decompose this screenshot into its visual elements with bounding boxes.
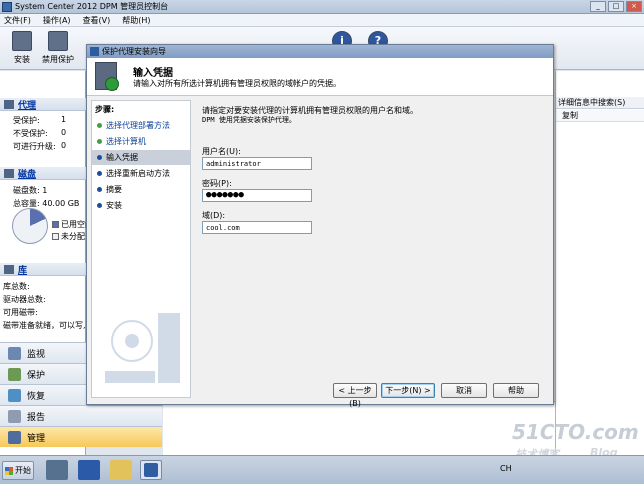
disk-capacity: 总容量: 40.00 GB — [13, 199, 80, 208]
library-total: 库总数: — [3, 282, 30, 291]
library-icon — [4, 264, 14, 274]
server-manager-taskbar-icon[interactable] — [46, 460, 68, 480]
dpm-console-taskbar-icon[interactable] — [140, 460, 162, 480]
taskbar: 开始 CH — [0, 455, 644, 484]
disable-protection-button[interactable]: 禁用保护 — [38, 31, 78, 65]
site-watermark: 51CTO.com — [512, 420, 639, 444]
step-current-dot — [97, 155, 102, 160]
wizard-title: 保护代理安装向导 — [102, 47, 166, 56]
window-title: System Center 2012 DPM 管理员控制台 — [15, 2, 169, 11]
protection-agent-wizard: 保护代理安装向导 输入凭据 请输入对所有所选计算机拥有管理员权限的域帐户的凭据。… — [86, 44, 554, 408]
password-input[interactable]: ●●●●●●● — [202, 189, 312, 202]
menu-view[interactable]: 查看(V) — [83, 15, 111, 26]
agents-unprotected: 不受保护: 0 — [13, 128, 67, 138]
wizard-titlebar[interactable]: 保护代理安装向导 — [87, 45, 553, 58]
agents-protected: 受保护: 1 — [13, 115, 67, 125]
disk-icon — [4, 168, 14, 178]
library-title[interactable]: 库 — [18, 263, 27, 276]
step-enter-credentials[interactable]: 输入凭据 — [92, 150, 190, 165]
library-tape-ready: 磁带准备就绪，可以写入 — [3, 321, 85, 330]
wizard-step-subtitle: 请输入对所有所选计算机拥有管理员权限的域帐户的凭据。 — [133, 79, 341, 88]
column-header-copy[interactable]: 复制 — [556, 110, 644, 122]
maximize-button[interactable]: □ — [608, 1, 624, 12]
explorer-taskbar-icon[interactable] — [110, 460, 132, 480]
wizard-content: 请指定对要安装代理的计算机拥有管理员权限的用户名和域。 DPM 使用凭据安装保护… — [197, 100, 551, 370]
dpm-icon — [144, 463, 158, 477]
steps-header: 步骤: — [95, 105, 115, 114]
install-button[interactable]: 安装 — [2, 31, 42, 65]
input-language-indicator[interactable]: CH — [500, 464, 512, 473]
legend-unallocated: 未分配 — [52, 231, 85, 242]
right-details-pane: 详细信息中搜索(S) 复制 — [555, 71, 644, 455]
wizard-step-title: 输入凭据 — [133, 68, 173, 79]
disk-count: 磁盘数: 1 — [13, 186, 48, 195]
start-button[interactable]: 开始 — [2, 461, 34, 480]
step-done-dot — [97, 123, 102, 128]
menu-action[interactable]: 操作(A) — [43, 15, 71, 26]
wizard-header: 输入凭据 请输入对所有所选计算机拥有管理员权限的域帐户的凭据。 — [87, 58, 553, 96]
username-input[interactable]: administrator — [202, 157, 312, 170]
domain-label: 域(D): — [202, 211, 226, 220]
windows-logo-icon — [5, 466, 13, 475]
cancel-button[interactable]: 取消 — [441, 383, 487, 398]
step-deployment-method[interactable]: 选择代理部署方法 — [92, 118, 190, 133]
step-pending-dot — [97, 171, 102, 176]
minimize-button[interactable]: _ — [590, 1, 606, 12]
menu-file[interactable]: 文件(F) — [4, 15, 31, 26]
library-tapes: 可用磁带: — [3, 308, 38, 317]
protection-icon — [8, 367, 21, 381]
agents-section-header[interactable]: 代理 — [0, 98, 86, 111]
monitoring-icon — [8, 346, 21, 360]
dpm-app-icon — [2, 1, 12, 12]
server-disable-icon — [48, 31, 68, 51]
next-button[interactable]: 下一步(N) > — [381, 383, 435, 398]
nav-management[interactable]: 管理 — [0, 426, 162, 447]
management-icon — [8, 430, 21, 444]
agent-icon — [4, 99, 14, 109]
recovery-icon — [8, 388, 21, 402]
help-button[interactable]: 帮助 — [493, 383, 539, 398]
step-restart-method: 选择重新启动方法 — [92, 166, 190, 181]
credentials-note: DPM 使用凭据安装保护代理。 — [202, 116, 296, 124]
disk-usage-pie — [12, 208, 48, 244]
step-select-computers[interactable]: 选择计算机 — [92, 134, 190, 149]
reporting-icon — [8, 409, 21, 423]
menu-help[interactable]: 帮助(H) — [122, 15, 150, 26]
library-section-header[interactable]: 库 — [0, 263, 86, 276]
step-summary: 摘要 — [92, 182, 190, 197]
step-install: 安装 — [92, 198, 190, 213]
step-done-dot — [97, 139, 102, 144]
window-titlebar: System Center 2012 DPM 管理员控制台 _ □ × — [0, 0, 644, 14]
server-agent-icon — [95, 62, 119, 91]
server-install-icon — [12, 31, 32, 51]
wizard-decoration-art — [105, 313, 180, 383]
nav-reporting[interactable]: 报告 — [0, 405, 162, 426]
agents-title[interactable]: 代理 — [18, 98, 36, 111]
username-label: 用户名(U): — [202, 147, 241, 156]
library-drives: 驱动器总数: — [3, 295, 46, 304]
disks-section-header[interactable]: 磁盘 — [0, 167, 86, 180]
step-pending-dot — [97, 203, 102, 208]
password-label: 密码(P): — [202, 179, 232, 188]
close-button[interactable]: × — [626, 1, 642, 12]
wizard-icon — [90, 47, 99, 56]
step-pending-dot — [97, 187, 102, 192]
disks-title[interactable]: 磁盘 — [18, 167, 36, 180]
domain-input[interactable]: cool.com — [202, 221, 312, 234]
powershell-taskbar-icon[interactable] — [78, 460, 100, 480]
menu-bar: 文件(F) 操作(A) 查看(V) 帮助(H) — [0, 14, 644, 27]
search-details-link[interactable]: 详细信息中搜索(S) — [556, 97, 644, 109]
wizard-steps-panel: 步骤: 选择代理部署方法 选择计算机 输入凭据 选择重新启动方法 摘要 安装 — [91, 100, 191, 398]
agents-upgradable: 可进行升级: 0 — [13, 141, 67, 151]
back-button[interactable]: < 上一步(B) — [333, 383, 377, 408]
